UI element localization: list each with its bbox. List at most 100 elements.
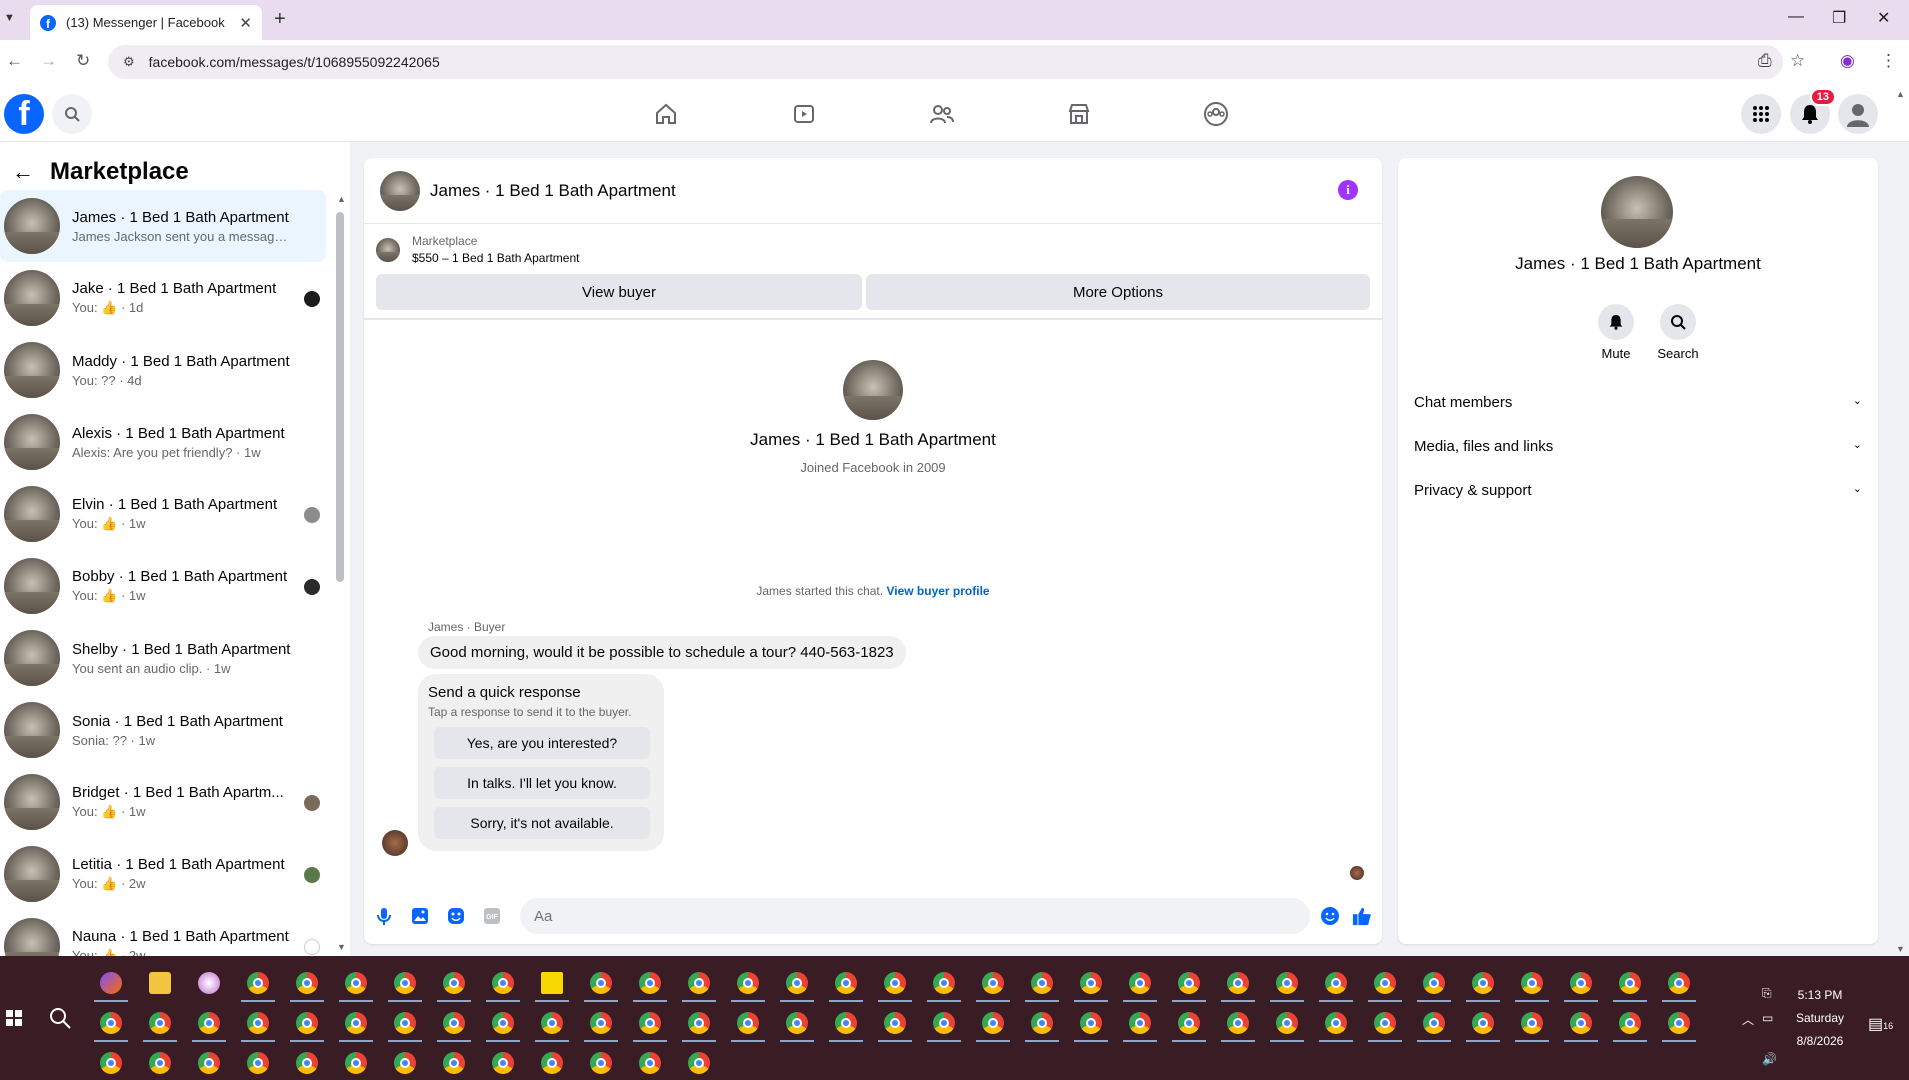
- show-hidden-icons[interactable]: ︿: [1742, 1011, 1754, 1028]
- chrome-taskbar-icon[interactable]: [1570, 1012, 1592, 1034]
- details-avatar[interactable]: [1601, 176, 1673, 248]
- chrome-taskbar-icon[interactable]: [933, 1012, 955, 1034]
- clock-date[interactable]: 8/8/2026: [1780, 1034, 1860, 1048]
- chrome-taskbar-icon[interactable]: [100, 1052, 122, 1074]
- chrome-taskbar-icon[interactable]: [1619, 972, 1641, 994]
- chrome-taskbar-icon[interactable]: [982, 972, 1004, 994]
- chrome-taskbar-icon[interactable]: [1619, 1012, 1641, 1034]
- close-tab-icon[interactable]: ✕: [239, 14, 252, 32]
- chrome-taskbar-icon[interactable]: [1570, 972, 1592, 994]
- chrome-taskbar-icon[interactable]: [247, 972, 269, 994]
- chrome-taskbar-icon[interactable]: [590, 972, 612, 994]
- chrome-taskbar-icon[interactable]: [1423, 1012, 1445, 1034]
- chrome-taskbar-icon[interactable]: [1325, 1012, 1347, 1034]
- chrome-taskbar-icon[interactable]: [1472, 1012, 1494, 1034]
- chrome-taskbar-icon[interactable]: [590, 1052, 612, 1074]
- tray-icon[interactable]: ⎘: [1762, 986, 1772, 1001]
- install-app-icon[interactable]: ⎙: [1758, 51, 1772, 71]
- chrome-taskbar-icon[interactable]: [1080, 972, 1102, 994]
- chrome-taskbar-icon[interactable]: [1423, 972, 1445, 994]
- groups-icon[interactable]: [1199, 97, 1233, 131]
- search-button[interactable]: [52, 94, 92, 134]
- conversation-item[interactable]: Bridget · 1 Bed 1 Bath Apartm... You: 👍 …: [0, 766, 326, 838]
- chrome-taskbar-icon[interactable]: [100, 1012, 122, 1034]
- chrome-taskbar-icon[interactable]: [443, 1052, 465, 1074]
- chrome-taskbar-icon[interactable]: [1374, 1012, 1396, 1034]
- quick-reply-button[interactable]: Sorry, it's not available.: [434, 807, 650, 839]
- conversation-item[interactable]: Elvin · 1 Bed 1 Bath Apartment You: 👍 · …: [0, 478, 326, 550]
- chrome-taskbar-icon[interactable]: [296, 1012, 318, 1034]
- profile-avatar[interactable]: [843, 360, 903, 420]
- account-avatar[interactable]: [1838, 94, 1878, 134]
- home-icon[interactable]: [649, 97, 683, 131]
- scroll-up-icon[interactable]: ▲: [337, 194, 346, 204]
- message-input[interactable]: [520, 898, 1310, 934]
- chrome-taskbar-icon[interactable]: [982, 1012, 1004, 1034]
- back-icon[interactable]: ←: [6, 51, 23, 71]
- chrome-taskbar-icon[interactable]: [541, 1012, 563, 1034]
- quick-reply-button[interactable]: Yes, are you interested?: [434, 727, 650, 759]
- conversation-item[interactable]: Sonia · 1 Bed 1 Bath Apartment Sonia: ??…: [0, 694, 326, 766]
- browser-menu-icon[interactable]: ⋮: [1880, 51, 1897, 71]
- chrome-taskbar-icon[interactable]: [492, 972, 514, 994]
- search-in-chat-button[interactable]: Search: [1648, 304, 1708, 361]
- chrome-taskbar-icon[interactable]: [1521, 1012, 1543, 1034]
- chrome-taskbar-icon[interactable]: [1227, 1012, 1249, 1034]
- chrome-taskbar-icon[interactable]: [933, 972, 955, 994]
- chrome-taskbar-icon[interactable]: [1031, 1012, 1053, 1034]
- chrome-taskbar-icon[interactable]: [1668, 972, 1690, 994]
- network-icon[interactable]: ▭: [1762, 1011, 1773, 1025]
- mute-button[interactable]: Mute: [1586, 304, 1646, 361]
- chrome-taskbar-icon[interactable]: [394, 1052, 416, 1074]
- message-bubble[interactable]: Good morning, would it be possible to sc…: [418, 636, 906, 669]
- sticky-notes-taskbar-icon[interactable]: [541, 972, 563, 994]
- clock-day[interactable]: Saturday: [1780, 1011, 1860, 1025]
- file-explorer-taskbar-icon[interactable]: [149, 972, 171, 994]
- privacy-support-section[interactable]: Privacy & support ⌄: [1414, 482, 1862, 499]
- chrome-taskbar-icon[interactable]: [1227, 972, 1249, 994]
- chrome-taskbar-icon[interactable]: [1374, 972, 1396, 994]
- chrome-taskbar-icon[interactable]: [1472, 972, 1494, 994]
- chrome-taskbar-icon[interactable]: [639, 972, 661, 994]
- chrome-taskbar-icon[interactable]: [1521, 972, 1543, 994]
- chrome-taskbar-icon[interactable]: [247, 1052, 269, 1074]
- notification-center-icon[interactable]: ▤16: [1868, 1014, 1893, 1034]
- chrome-taskbar-icon[interactable]: [1129, 1012, 1151, 1034]
- chat-title[interactable]: James · 1 Bed 1 Bath Apartment: [430, 181, 676, 201]
- back-arrow-icon[interactable]: ←: [12, 159, 34, 185]
- chrome-taskbar-icon[interactable]: [345, 1012, 367, 1034]
- chrome-taskbar-icon[interactable]: [737, 972, 759, 994]
- tab-list-icon[interactable]: ▼: [4, 12, 15, 24]
- sticker-icon[interactable]: [446, 906, 466, 926]
- conversation-item[interactable]: James · 1 Bed 1 Bath Apartment James Jac…: [0, 190, 326, 262]
- chrome-taskbar-icon[interactable]: [1668, 1012, 1690, 1034]
- chrome-taskbar-icon[interactable]: [443, 972, 465, 994]
- chrome-taskbar-icon[interactable]: [345, 972, 367, 994]
- chrome-taskbar-icon[interactable]: [247, 1012, 269, 1034]
- new-tab-icon[interactable]: +: [274, 8, 286, 31]
- site-info-icon[interactable]: ⚙: [123, 54, 135, 70]
- chrome-taskbar-icon[interactable]: [688, 1052, 710, 1074]
- marketplace-listing[interactable]: Marketplace $550 – 1 Bed 1 Bath Apartmen…: [376, 234, 579, 265]
- sidebar-scrollbar[interactable]: [336, 212, 344, 582]
- microphone-icon[interactable]: [374, 906, 394, 926]
- friends-icon[interactable]: [925, 97, 959, 131]
- chrome-taskbar-icon[interactable]: [149, 1052, 171, 1074]
- menu-button[interactable]: [1741, 94, 1781, 134]
- chrome-taskbar-icon[interactable]: [296, 1052, 318, 1074]
- view-buyer-profile-link[interactable]: View buyer profile: [886, 584, 989, 598]
- chrome-taskbar-icon[interactable]: [590, 1012, 612, 1034]
- conversation-item[interactable]: Jake · 1 Bed 1 Bath Apartment You: 👍 · 1…: [0, 262, 326, 334]
- more-options-button[interactable]: More Options: [866, 274, 1370, 310]
- profile-icon[interactable]: ◉: [1840, 51, 1855, 71]
- restore-icon[interactable]: ❐: [1832, 8, 1846, 28]
- chrome-taskbar-icon[interactable]: [1276, 972, 1298, 994]
- windows-start-icon[interactable]: [6, 1010, 22, 1026]
- url-input[interactable]: ⚙ facebook.com/messages/t/10689550922420…: [108, 45, 1783, 79]
- page-scroll-down-icon[interactable]: ▼: [1896, 944, 1905, 954]
- chrome-taskbar-icon[interactable]: [639, 1052, 661, 1074]
- chrome-taskbar-icon[interactable]: [1178, 972, 1200, 994]
- quick-reply-button[interactable]: In talks. I'll let you know.: [434, 767, 650, 799]
- chrome-taskbar-icon[interactable]: [149, 1012, 171, 1034]
- chrome-taskbar-icon[interactable]: [296, 972, 318, 994]
